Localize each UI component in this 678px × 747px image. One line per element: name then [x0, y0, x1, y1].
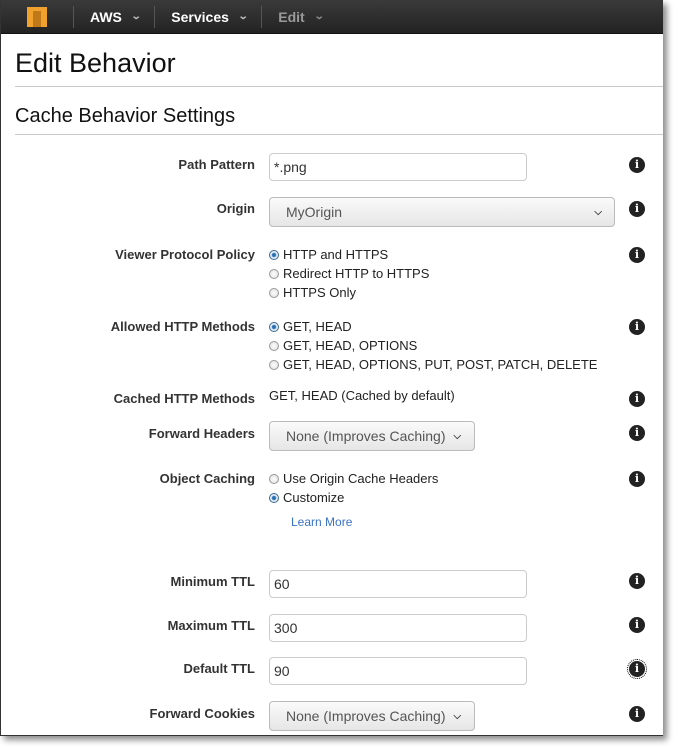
top-navigation-bar: AWS ⌄ Services ⌄ Edit ⌄: [1, 0, 663, 34]
forward-headers-selected-value: None (Improves Caching): [286, 428, 446, 444]
radio-label: GET, HEAD, OPTIONS, PUT, POST, PATCH, DE…: [283, 357, 598, 372]
object-caching-label: Object Caching: [159, 471, 255, 486]
nav-services-label: Services: [171, 8, 229, 25]
object-caching-radio-group: Use Origin Cache Headers Customize Learn…: [269, 469, 438, 529]
minimum-ttl-input[interactable]: [269, 570, 527, 598]
section-title: Cache Behavior Settings: [15, 105, 236, 127]
page-title: Edit Behavior: [15, 48, 176, 78]
info-icon[interactable]: i: [629, 617, 645, 633]
viewer-protocol-policy-radio-group: HTTP and HTTPS Redirect HTTP to HTTPS HT…: [269, 245, 429, 302]
radio-checked-icon: [269, 492, 279, 503]
info-icon[interactable]: i: [627, 659, 647, 679]
info-icon[interactable]: i: [629, 247, 645, 263]
allowed-http-methods-label: Allowed HTTP Methods: [110, 319, 255, 334]
cached-http-methods-value: GET, HEAD (Cached by default): [269, 388, 455, 403]
radio-all-methods[interactable]: GET, HEAD, OPTIONS, PUT, POST, PATCH, DE…: [269, 355, 597, 374]
radio-unchecked-icon: [269, 340, 279, 351]
radio-label: Customize: [283, 490, 345, 505]
maximum-ttl-input[interactable]: [269, 614, 527, 642]
forward-headers-select[interactable]: None (Improves Caching) ⌵: [269, 421, 475, 451]
radio-label: HTTP and HTTPS: [283, 247, 389, 262]
radio-checked-icon: [269, 249, 279, 260]
radio-label: Use Origin Cache Headers: [283, 471, 439, 486]
info-icon[interactable]: i: [629, 425, 645, 441]
default-ttl-input[interactable]: [269, 657, 527, 685]
origin-select[interactable]: MyOrigin ⌵: [269, 197, 615, 227]
default-ttl-label: Default TTL: [183, 661, 256, 676]
radio-unchecked-icon: [269, 268, 279, 279]
chevron-down-icon: ⌄: [313, 11, 325, 22]
chevron-down-icon: ⌵: [453, 710, 462, 722]
radio-label: HTTPS Only: [283, 285, 356, 300]
nav-aws-label: AWS: [90, 8, 122, 25]
radio-checked-icon: [269, 321, 279, 332]
radio-get-head-options[interactable]: GET, HEAD, OPTIONS: [269, 336, 597, 355]
allowed-http-methods-radio-group: GET, HEAD GET, HEAD, OPTIONS GET, HEAD, …: [269, 317, 597, 374]
path-pattern-input[interactable]: [269, 153, 527, 181]
radio-use-origin-cache-headers[interactable]: Use Origin Cache Headers: [269, 469, 438, 488]
info-icon[interactable]: i: [629, 573, 645, 589]
info-icon[interactable]: i: [629, 706, 645, 722]
radio-customize[interactable]: Customize: [269, 488, 438, 507]
nav-edit-menu[interactable]: Edit ⌄: [262, 9, 337, 25]
radio-https-only[interactable]: HTTPS Only: [269, 283, 429, 302]
origin-label: Origin: [216, 201, 255, 216]
info-icon[interactable]: i: [629, 201, 645, 217]
learn-more-link[interactable]: Learn More: [269, 515, 438, 529]
chevron-down-icon: ⌄: [237, 11, 249, 22]
chevron-down-icon: ⌵: [453, 430, 462, 442]
radio-unchecked-icon: [269, 359, 279, 370]
radio-unchecked-icon: [269, 473, 279, 484]
aws-logo[interactable]: [1, 0, 73, 33]
radio-get-head[interactable]: GET, HEAD: [269, 317, 597, 336]
origin-selected-value: MyOrigin: [286, 204, 343, 220]
forward-headers-label: Forward Headers: [148, 426, 255, 441]
viewer-protocol-policy-label: Viewer Protocol Policy: [115, 247, 255, 262]
info-icon[interactable]: i: [629, 157, 645, 173]
aws-cube-icon: [27, 6, 47, 27]
info-icon[interactable]: i: [629, 471, 645, 487]
chevron-down-icon: ⌄: [130, 11, 142, 22]
chevron-down-icon: ⌵: [594, 206, 602, 218]
cached-http-methods-label: Cached HTTP Methods: [113, 391, 255, 406]
info-icon[interactable]: i: [629, 391, 645, 407]
nav-edit-label: Edit: [278, 8, 305, 25]
section-divider: [15, 134, 663, 135]
forward-cookies-selected-value: None (Improves Caching): [286, 708, 446, 724]
info-icon[interactable]: i: [629, 319, 645, 335]
forward-cookies-select[interactable]: None (Improves Caching) ⌵: [269, 701, 475, 731]
radio-label: GET, HEAD, OPTIONS: [283, 338, 418, 353]
nav-services-menu[interactable]: Services ⌄: [155, 9, 261, 25]
nav-aws-menu[interactable]: AWS ⌄: [74, 9, 154, 25]
radio-http-and-https[interactable]: HTTP and HTTPS: [269, 245, 429, 264]
radio-label: GET, HEAD: [283, 319, 352, 334]
radio-redirect-http-to-https[interactable]: Redirect HTTP to HTTPS: [269, 264, 429, 283]
maximum-ttl-label: Maximum TTL: [167, 618, 255, 633]
radio-label: Redirect HTTP to HTTPS: [283, 266, 430, 281]
path-pattern-label: Path Pattern: [178, 157, 255, 172]
minimum-ttl-label: Minimum TTL: [170, 574, 256, 589]
radio-unchecked-icon: [269, 287, 279, 298]
forward-cookies-label: Forward Cookies: [149, 706, 255, 721]
page-frame: AWS ⌄ Services ⌄ Edit ⌄ Edit Behavior Ca…: [0, 0, 663, 736]
